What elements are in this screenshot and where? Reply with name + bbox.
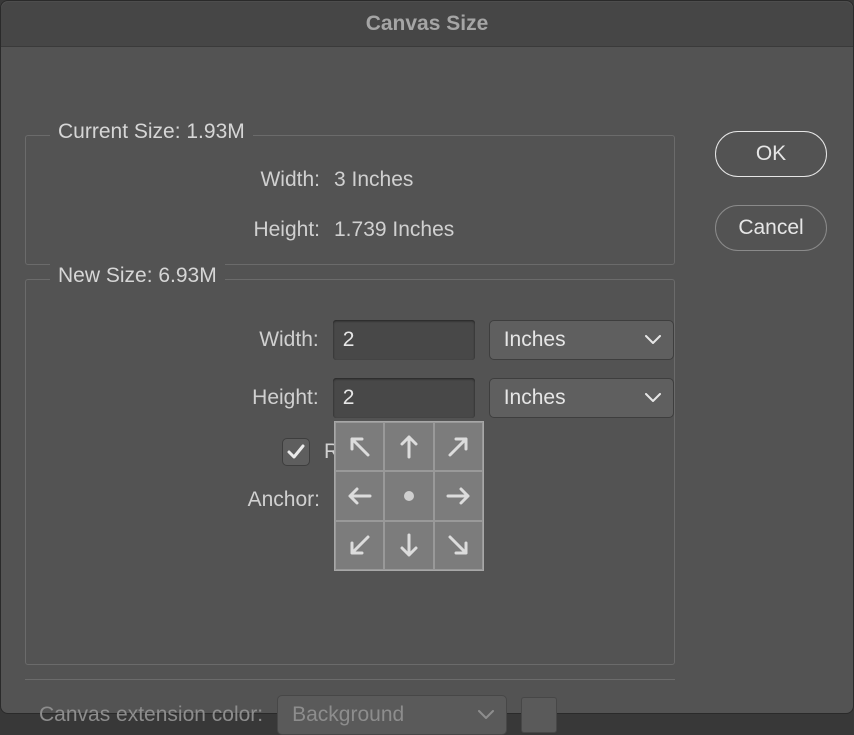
cancel-button-label: Cancel xyxy=(738,216,803,240)
relative-checkbox[interactable] xyxy=(282,438,310,466)
current-height-label: Height: xyxy=(26,218,334,242)
new-height-unit-select[interactable]: Inches xyxy=(489,378,674,418)
arrow-nw-icon xyxy=(346,433,374,461)
canvas-size-dialog: Canvas Size OK Cancel Current Size: 1.93… xyxy=(0,0,854,714)
arrow-w-icon xyxy=(346,482,374,510)
current-size-legend: Current Size: 1.93M xyxy=(50,120,253,144)
dialog-title: Canvas Size xyxy=(366,12,489,36)
dialog-content: OK Cancel Current Size: 1.93M Width: 3 I… xyxy=(1,47,853,713)
new-width-unit-select[interactable]: Inches xyxy=(489,320,674,360)
divider xyxy=(25,679,675,680)
arrow-s-icon xyxy=(395,531,423,559)
arrow-n-icon xyxy=(395,433,423,461)
cancel-button[interactable]: Cancel xyxy=(715,205,827,251)
current-size-group: Current Size: 1.93M Width: 3 Inches Heig… xyxy=(25,135,675,265)
anchor-cell-center[interactable] xyxy=(384,471,433,520)
new-size-legend: New Size: 6.93M xyxy=(50,264,225,288)
current-width-row: Width: 3 Inches xyxy=(26,160,674,200)
anchor-cell-n[interactable] xyxy=(384,422,433,471)
anchor-cell-nw[interactable] xyxy=(335,422,384,471)
ok-button[interactable]: OK xyxy=(715,131,827,177)
current-width-label: Width: xyxy=(26,168,334,192)
new-size-group: New Size: 6.93M Width: Inches Height: In… xyxy=(25,279,675,665)
chevron-down-icon xyxy=(645,335,661,345)
check-icon xyxy=(286,442,306,462)
chevron-down-icon xyxy=(645,393,661,403)
extension-color-value: Background xyxy=(292,703,404,727)
action-buttons: OK Cancel xyxy=(715,131,827,251)
anchor-cell-ne[interactable] xyxy=(434,422,483,471)
new-width-row: Width: Inches xyxy=(26,320,674,360)
new-width-label: Width: xyxy=(26,328,333,352)
dialog-titlebar: Canvas Size xyxy=(1,1,853,47)
chevron-down-icon xyxy=(478,710,494,720)
new-height-input[interactable] xyxy=(333,378,475,418)
anchor-row: Anchor: xyxy=(26,480,674,512)
new-height-unit-value: Inches xyxy=(504,386,566,410)
arrow-sw-icon xyxy=(346,531,374,559)
new-height-row: Height: Inches xyxy=(26,378,674,418)
current-height-value: 1.739 Inches xyxy=(334,218,454,242)
arrow-e-icon xyxy=(444,482,472,510)
anchor-label: Anchor: xyxy=(26,480,334,512)
ok-button-label: OK xyxy=(756,142,786,166)
anchor-cell-w[interactable] xyxy=(335,471,384,520)
new-width-unit-value: Inches xyxy=(504,328,566,352)
current-height-row: Height: 1.739 Inches xyxy=(26,210,674,250)
anchor-center-dot-icon xyxy=(404,491,414,501)
arrow-ne-icon xyxy=(444,433,472,461)
anchor-cell-sw[interactable] xyxy=(335,521,384,570)
anchor-cell-s[interactable] xyxy=(384,521,433,570)
new-height-label: Height: xyxy=(26,386,333,410)
new-width-input[interactable] xyxy=(333,320,475,360)
current-width-value: 3 Inches xyxy=(334,168,413,192)
extension-color-row: Canvas extension color: Background xyxy=(25,695,675,735)
extension-color-select: Background xyxy=(277,695,507,735)
anchor-cell-se[interactable] xyxy=(434,521,483,570)
arrow-se-icon xyxy=(444,531,472,559)
extension-color-label: Canvas extension color: xyxy=(39,703,263,727)
anchor-grid xyxy=(334,421,484,571)
extension-color-swatch xyxy=(521,697,557,733)
anchor-cell-e[interactable] xyxy=(434,471,483,520)
